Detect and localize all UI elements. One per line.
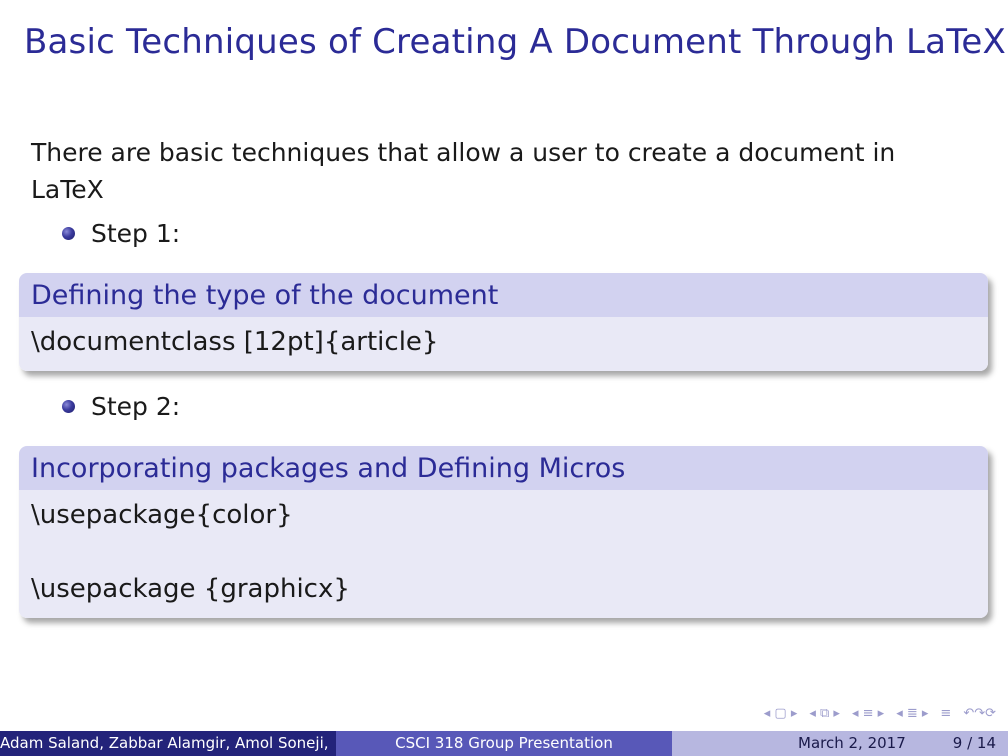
footer-right: March 2, 2017 9 / 14: [672, 731, 1008, 756]
page-number: 9 / 14: [952, 734, 996, 752]
block-body: \documentclass [12pt]{article}: [19, 317, 988, 371]
footer-date: March 2, 2017: [798, 734, 906, 752]
intro-text: There are basic techniques that allow a …: [31, 138, 896, 204]
bullet-step-1: Step 1:: [62, 219, 180, 248]
code-line: \usepackage {graphicx}: [31, 574, 350, 604]
nav-subsection-icon[interactable]: ◂ ⧉ ▸: [809, 706, 840, 721]
nav-appendix-icon[interactable]: ≡: [940, 706, 951, 721]
nav-outline-icon[interactable]: ◂ ≣ ▸: [896, 706, 928, 721]
block-title: Incorporating packages and Defining Micr…: [19, 446, 988, 490]
block-title: Defining the type of the document: [19, 273, 988, 317]
slide-title: Basic Techniques of Creating A Document …: [24, 22, 1006, 62]
footer-presentation: CSCI 318 Group Presentation: [336, 731, 672, 756]
code-line: \documentclass [12pt]{article}: [31, 327, 439, 357]
footer-authors: Adam Saland, Zabbar Alamgir, Amol Soneji…: [0, 731, 336, 756]
footline: Adam Saland, Zabbar Alamgir, Amol Soneji…: [0, 731, 1008, 756]
code-line: \usepackage{color}: [31, 500, 293, 530]
beamer-navigation: ◂ ▢ ▸ ◂ ⧉ ▸ ◂ ≡ ▸ ◂ ≣ ▸ ≡ ↶↷⟳: [764, 706, 996, 721]
step-1-label: Step 1:: [91, 219, 181, 248]
block-packages: Incorporating packages and Defining Micr…: [19, 446, 988, 618]
bullet-dot-icon: [62, 227, 75, 240]
bullet-step-2: Step 2:: [62, 392, 180, 421]
block-document-type: Defining the type of the document \docum…: [19, 273, 988, 371]
nav-section-icon[interactable]: ◂ ≡ ▸: [852, 706, 884, 721]
block-body: \usepackage{color} \usepackage {graphicx…: [19, 490, 988, 618]
bullet-dot-icon: [62, 400, 75, 413]
step-2-label: Step 2:: [91, 392, 181, 421]
nav-search-back-icon[interactable]: ↶↷⟳: [963, 706, 996, 721]
nav-frame-icon[interactable]: ◂ ▢ ▸: [764, 706, 798, 721]
